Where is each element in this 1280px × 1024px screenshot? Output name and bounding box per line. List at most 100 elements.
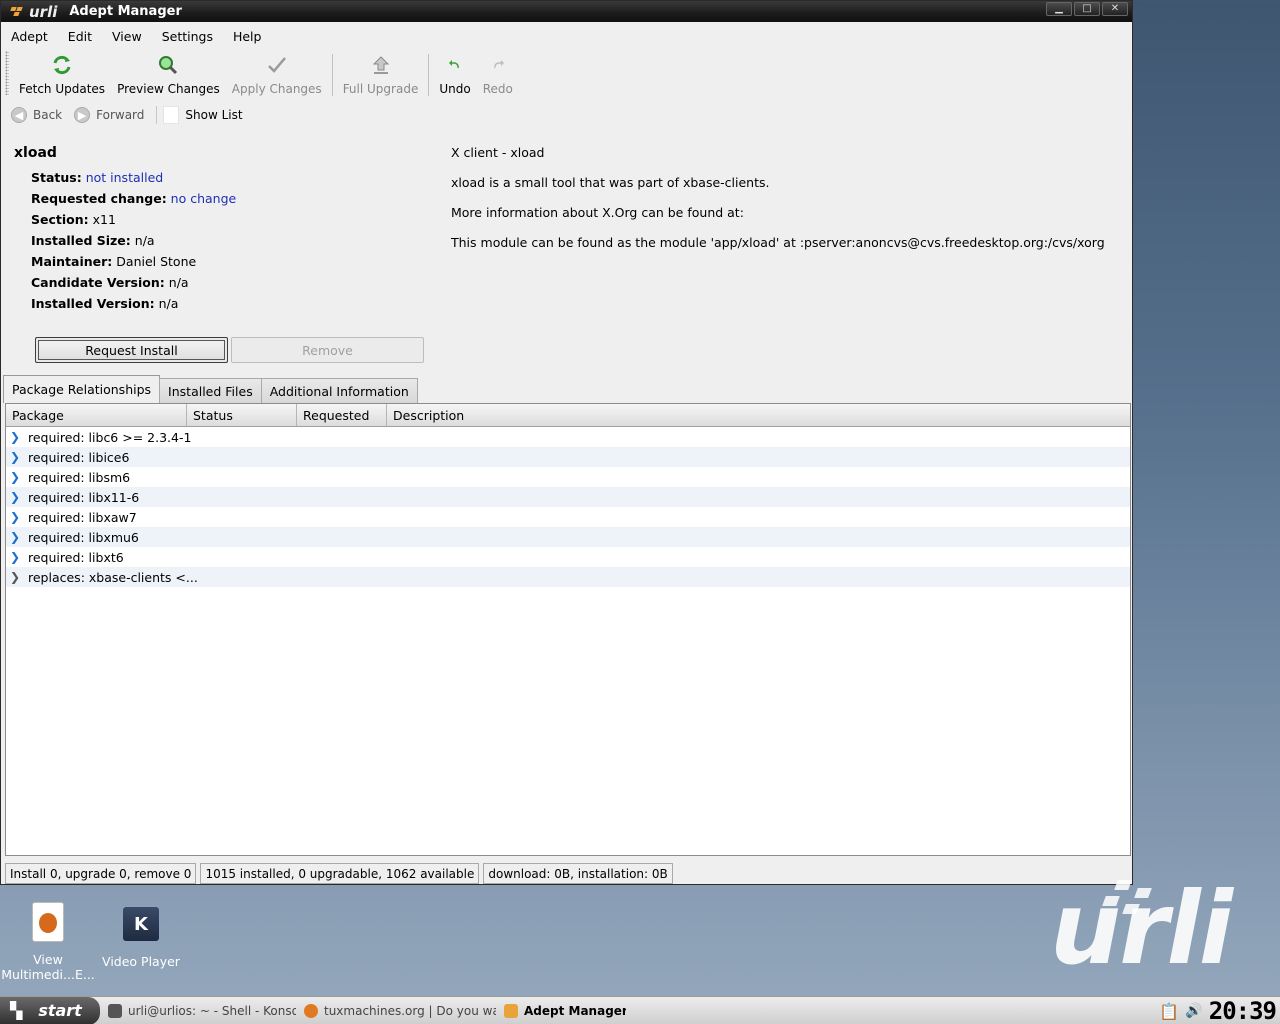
installed-size-value: n/a [134,233,155,248]
column-status[interactable]: Status [187,404,297,426]
detail-tabs: Package Relationships Installed Files Ad… [3,375,418,403]
adept-window: urli Adept Manager ▁ □ ✕ Adept Edit View… [0,0,1133,885]
list-item[interactable]: ❯ required: libc6 >= 2.3.4-1 [6,427,1130,447]
expand-arrow-icon[interactable]: ❯ [10,571,22,583]
show-list-checkbox[interactable] [163,106,180,124]
taskbar: ▚ start urli@urlios: ~ - Shell - Konsole… [0,996,1280,1024]
expand-arrow-icon[interactable]: ❯ [10,511,22,523]
relationship-text: required: libc6 >= 2.3.4-1 [28,429,192,445]
status-value[interactable]: not installed [86,170,163,185]
package-actions: Request Install Remove [35,337,424,363]
urli-logo[interactable]: urli [10,2,58,21]
apply-changes-button[interactable]: Apply Changes [226,51,328,96]
desktop-icon-video-player[interactable]: K Video Player [93,906,189,969]
task-adept-manager[interactable]: Adept Manager [496,1003,626,1018]
upgrade-arrow-icon [370,54,392,76]
requested-change-row: Requested change: no change [31,191,236,212]
maximize-button[interactable]: □ [1074,2,1100,16]
urli-logo-icon [10,6,25,17]
list-item[interactable]: ❯ required: libice6 [6,447,1130,467]
package-description: X client - xload xload is a small tool t… [451,145,1105,265]
relationship-text: required: libxaw7 [28,509,137,525]
relationship-text: required: libxmu6 [28,529,139,545]
remove-label: Remove [302,342,353,358]
wm-brand: urli [29,2,58,21]
tab-additional-information[interactable]: Additional Information [260,378,418,403]
candidate-version-value: n/a [168,275,189,290]
installed-version-row: Installed Version: n/a [31,296,236,317]
expand-arrow-icon[interactable]: ❯ [10,491,22,503]
list-item[interactable]: ❯ required: libx11-6 [6,487,1130,507]
maintainer-value: Daniel Stone [116,254,197,269]
column-description[interactable]: Description [387,404,1130,426]
task-konsole[interactable]: urli@urlios: ~ - Shell - Konsole [100,1003,296,1018]
list-body: ❯ required: libc6 >= 2.3.4-1 ❯ required: l… [6,427,1130,587]
expand-arrow-icon[interactable]: ❯ [10,471,22,483]
back-button[interactable]: ◀ Back [5,107,68,123]
menu-settings[interactable]: Settings [152,29,223,44]
relationships-list[interactable]: Package Status Requested Description ❯ re… [5,403,1131,856]
full-upgrade-button[interactable]: Full Upgrade [337,51,425,96]
status-bar: Install 0, upgrade 0, remove 0 1015 inst… [5,863,673,884]
forward-button[interactable]: ▶ Forward [68,107,150,123]
menu-edit[interactable]: Edit [58,29,102,44]
volume-icon[interactable]: 🔊 [1185,1003,1202,1019]
tab-installed-files[interactable]: Installed Files [159,378,262,403]
menu-adept[interactable]: Adept [1,29,58,44]
requested-change-value[interactable]: no change [171,191,237,206]
status-sizes: download: 0B, installation: 0B [483,863,673,884]
desktop-icon-label: Multimedi...E... [1,967,95,982]
expand-arrow-icon[interactable]: ❯ [10,431,22,443]
list-item[interactable]: ❯ required: libxaw7 [6,507,1130,527]
toolbar-separator [428,54,430,96]
close-button[interactable]: ✕ [1102,2,1128,16]
list-item[interactable]: ❯ required: libsm6 [6,467,1130,487]
checkmark-icon [266,54,288,76]
firefox-icon [304,1003,318,1018]
menu-view[interactable]: View [102,29,152,44]
adept-icon [504,1003,518,1018]
menu-bar: Adept Edit View Settings Help [1,25,271,47]
task-label: Adept Manager [524,1003,626,1018]
description-line: xload is a small tool that was part of x… [451,175,770,190]
expand-arrow-icon[interactable]: ❯ [10,551,22,563]
task-label: urli@urlios: ~ - Shell - Konsole [128,1003,296,1018]
fetch-updates-button[interactable]: Fetch Updates [13,51,111,96]
list-item[interactable]: ❯ required: libxmu6 [6,527,1130,547]
redo-button[interactable]: Redo [477,51,519,96]
terminal-icon [108,1003,122,1018]
request-install-button[interactable]: Request Install [35,337,228,363]
description-summary: X client - xload [451,145,545,160]
list-item[interactable]: ❯ required: libxt6 [6,547,1130,567]
refresh-icon [51,54,73,76]
column-package[interactable]: Package [6,404,187,426]
expand-arrow-icon[interactable]: ❯ [10,451,22,463]
remove-button[interactable]: Remove [231,337,424,363]
description-line: More information about X.Org can be foun… [451,205,744,220]
video-player-icon: K [121,906,161,950]
request-install-label: Request Install [85,342,178,358]
task-browser[interactable]: tuxmachines.org | Do you wadd [296,1003,496,1018]
maintainer-row: Maintainer: Daniel Stone [31,254,236,275]
desktop-icon-view-multimedia[interactable]: View Multimedi...E... [0,902,96,982]
column-requested[interactable]: Requested [297,404,387,426]
menu-help[interactable]: Help [223,29,272,44]
preview-changes-button[interactable]: Preview Changes [111,51,226,96]
start-button[interactable]: ▚ start [0,996,100,1024]
toolbar-grip[interactable] [5,51,9,95]
tab-package-relationships[interactable]: Package Relationships [3,375,161,403]
desktop-icon-label: View [33,952,63,967]
minimize-button[interactable]: ▁ [1046,2,1072,16]
clock[interactable]: 20:39 [1209,997,1277,1024]
clipboard-icon[interactable]: 📋 [1159,1002,1179,1021]
show-list-toggle[interactable]: Show List [156,106,243,124]
expand-arrow-icon[interactable]: ❯ [10,531,22,543]
status-counts: 1015 installed, 0 upgradable, 1062 avail… [200,863,480,884]
candidate-version-row: Candidate Version: n/a [31,275,236,296]
title-bar[interactable]: urli Adept Manager ▁ □ ✕ [1,1,1132,22]
status-row: Status: not installed [31,170,236,191]
list-item[interactable]: ❯ replaces: xbase-clients <... [6,567,1130,587]
task-label: tuxmachines.org | Do you wadd [324,1003,496,1018]
back-label: Back [33,108,63,122]
undo-button[interactable]: Undo [433,51,476,96]
